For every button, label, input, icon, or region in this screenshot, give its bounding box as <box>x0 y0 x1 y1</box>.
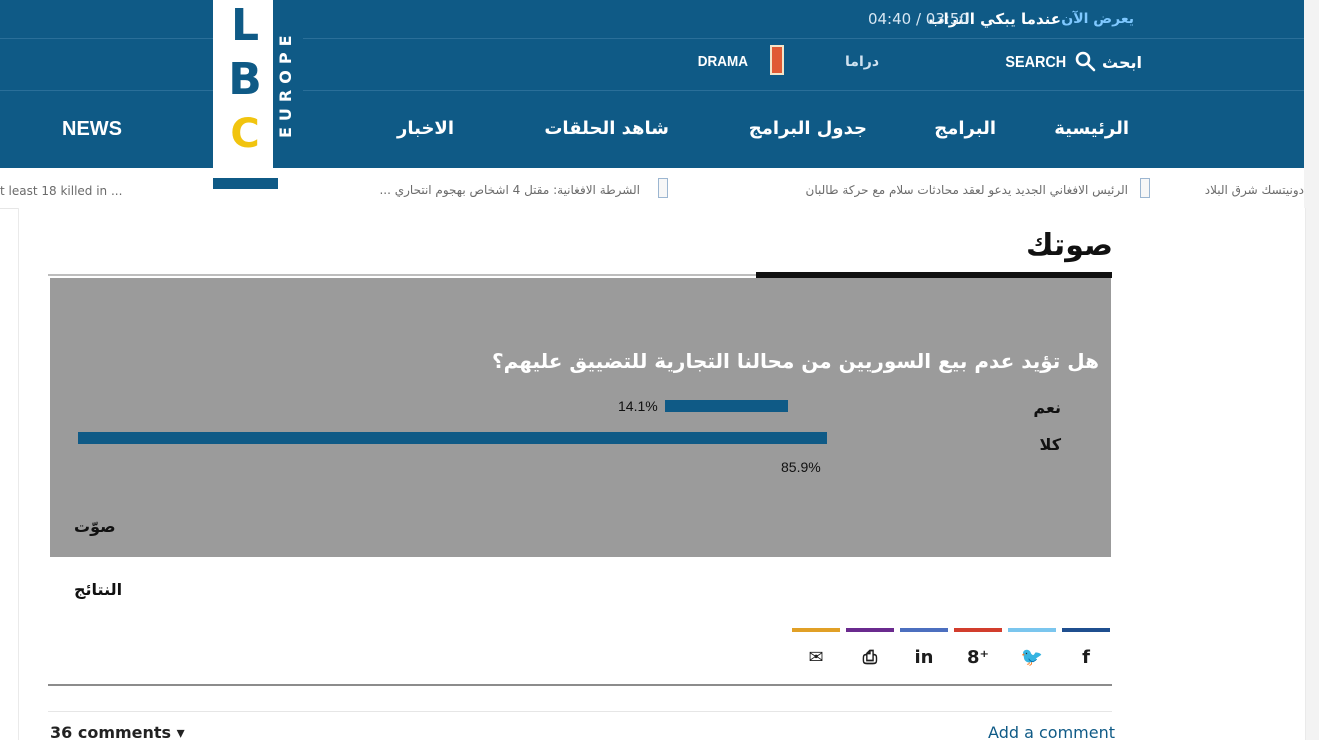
nav-home[interactable]: الرئيسية <box>1054 116 1129 142</box>
page-right-gutter <box>1304 0 1319 740</box>
share-email[interactable]: ✉ <box>790 628 842 684</box>
share-twitter[interactable]: 🐦 <box>1006 628 1058 684</box>
ticker-item[interactable]: الشرطة الافغانية: مقتل 4 اشخاص بهجوم انت… <box>290 182 640 198</box>
share-facebook[interactable]: f <box>1060 628 1112 684</box>
share-divider <box>48 684 1112 686</box>
twitter-icon: 🐦 <box>1020 647 1044 668</box>
comments-count[interactable]: 36 comments ▾ <box>50 724 185 742</box>
nav-programs[interactable]: البرامج <box>934 116 996 142</box>
poll-option-yes-bar <box>665 400 788 412</box>
logo-europe-text: EUROPE <box>276 29 295 139</box>
poll-option-no-label: كلا <box>1039 435 1061 454</box>
poll-option-no-percent: 85.9% <box>781 459 821 475</box>
drama-channel-icon[interactable] <box>770 45 784 75</box>
linkedin-icon: in <box>914 647 934 668</box>
search-label-ar[interactable]: ابحث <box>1102 53 1142 73</box>
email-icon: ✉ <box>808 647 824 668</box>
ticker-separator <box>213 178 278 189</box>
google-plus-icon: 8⁺ <box>966 647 990 668</box>
share-bar: f 🐦 8⁺ in ⎙ ✉ <box>782 628 1112 684</box>
logo-block: L B C <box>213 0 273 168</box>
lbc-europe-logo[interactable]: L B C EUROPE <box>213 0 303 168</box>
search-icon[interactable] <box>1074 50 1096 72</box>
lbc-ticker-icon <box>658 178 668 198</box>
drama-label-ar[interactable]: دراما <box>845 53 879 71</box>
nav-news-en[interactable]: NEWS <box>62 116 122 142</box>
search-label-en[interactable]: SEARCH <box>1006 53 1067 73</box>
drama-label-en[interactable]: DRAMA <box>698 53 748 71</box>
lbc-ticker-icon <box>1140 178 1150 198</box>
section-title-rule <box>48 274 756 276</box>
poll-question: هل تؤيد عدم بيع السوريين من محالنا التجا… <box>491 349 1099 373</box>
share-google-plus[interactable]: 8⁺ <box>952 628 1004 684</box>
nav-news-ar[interactable]: الاخبار <box>397 116 454 142</box>
logo-letter-c: C <box>230 111 260 157</box>
nav-schedule[interactable]: جدول البرامج <box>749 116 867 142</box>
print-icon: ⎙ <box>862 647 878 668</box>
results-link[interactable]: النتائج <box>74 579 122 601</box>
poll-card <box>50 278 1111 557</box>
facebook-icon: f <box>1082 647 1090 668</box>
share-print[interactable]: ⎙ <box>844 628 896 684</box>
share-linkedin[interactable]: in <box>898 628 950 684</box>
ticker-item[interactable]: t least 18 killed in ... <box>0 183 122 199</box>
now-showing-label: يعرض الآن <box>1061 11 1134 27</box>
logo-letter-l: L <box>230 0 260 51</box>
ticker-item[interactable]: الرئيس الافغاني الجديد يدعو لعقد محادثات… <box>678 182 1128 198</box>
vote-button[interactable]: صوّت <box>74 516 116 538</box>
logo-letter-b: B <box>228 54 262 105</box>
add-comment-link[interactable]: Add a comment <box>988 724 1115 742</box>
now-showing-time: 04:40 / 03:50 <box>867 10 969 28</box>
nav-watch-episodes[interactable]: شاهد الحلقات <box>544 116 669 142</box>
ticker-item[interactable]: دونيتسك شرق البلاد <box>1158 182 1304 198</box>
comments-divider <box>48 711 1112 712</box>
poll-option-yes-label: نعم <box>1033 398 1061 417</box>
poll-option-no-bar <box>78 432 827 444</box>
section-title: صوتك <box>1026 228 1113 263</box>
poll-option-yes-percent: 14.1% <box>618 398 658 414</box>
